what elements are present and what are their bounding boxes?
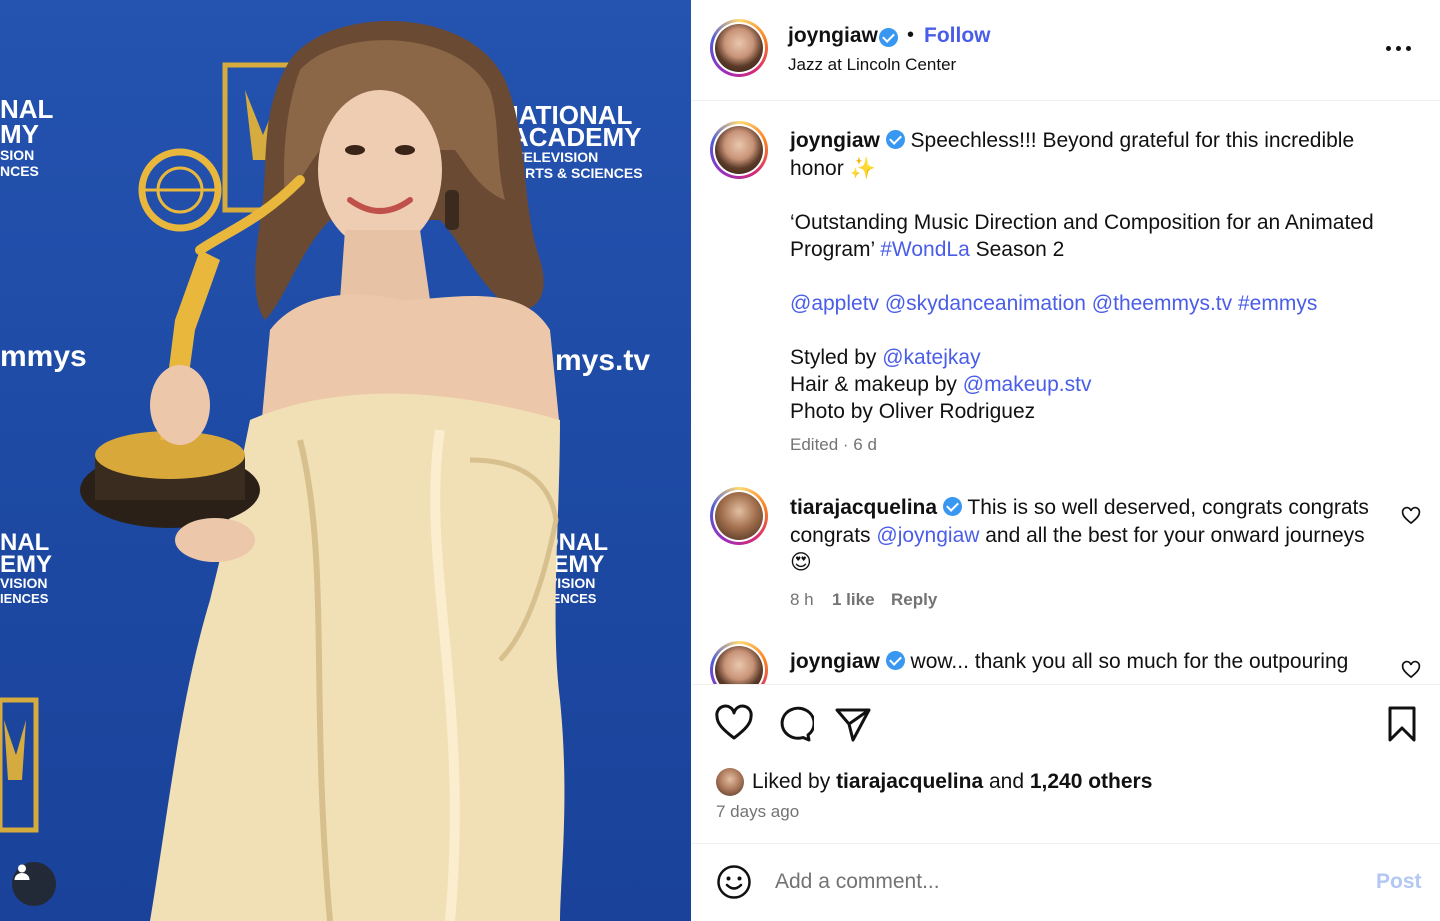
comment-like-heart-icon[interactable] <box>1401 660 1421 680</box>
location-link[interactable]: Jazz at Lincoln Center <box>788 55 956 75</box>
mention-link[interactable]: @joyngiaw <box>876 524 979 547</box>
comment-username[interactable]: tiarajacquelina <box>790 496 937 519</box>
caption-text: honor <box>790 157 844 180</box>
caption-text: ‘Outstanding Music Direction and Composi… <box>790 211 1374 234</box>
comment-line: joyngiaw wow... thank you all so much fo… <box>790 648 1348 675</box>
post-date: 7 days ago <box>716 802 800 821</box>
caption-text: Photo by Oliver Rodriguez <box>790 400 1036 423</box>
comment-time: 8 h <box>790 590 814 609</box>
divider <box>691 843 1440 844</box>
likes-text: Liked by tiarajacquelina and 1,240 other… <box>752 770 1153 793</box>
backdrop-text: SION <box>0 147 34 163</box>
post-sidebar: joyngiaw • Follow Jazz at Lincoln Center… <box>691 0 1440 921</box>
likes-summary[interactable]: Liked by tiarajacquelina and 1,240 other… <box>716 767 1152 797</box>
author-username[interactable]: joyngiaw <box>788 24 878 48</box>
mention-link[interactable]: @katejkay <box>882 346 980 369</box>
comment-bubble-icon[interactable] <box>774 704 814 744</box>
comment-input[interactable] <box>775 864 1355 900</box>
post-comment-button[interactable]: Post <box>1376 870 1422 894</box>
backdrop-text: mys.tv <box>555 344 650 377</box>
comment-text: and all the best for your onward journey… <box>979 524 1365 547</box>
comment-like-count[interactable]: 1 like <box>832 590 875 610</box>
liker-avatar <box>716 768 744 796</box>
caption-line: joyngiaw Speechless!!! Beyond grateful f… <box>790 127 1354 154</box>
comment-text: This is so well deserved, congrats congr… <box>967 496 1369 519</box>
backdrop-text: ACADEMY <box>510 122 641 152</box>
separator-dot: • <box>907 24 915 46</box>
mention-links[interactable]: @appletv @skydanceanimation @theemmys.tv… <box>790 290 1317 317</box>
save-bookmark-icon[interactable] <box>1382 704 1422 744</box>
caption-text: Season 2 <box>969 238 1065 261</box>
commenter-avatar[interactable] <box>710 641 768 684</box>
comment-line: congrats @joyngiaw and all the best for … <box>790 522 1365 549</box>
caption-meta: Edited · 6 d <box>790 435 877 454</box>
caption-line: Hair & makeup by @makeup.stv <box>790 371 1091 398</box>
backdrop-text: MY <box>0 119 39 149</box>
emoji-picker-icon[interactable] <box>716 864 752 900</box>
post-photo[interactable]: NAL MY SION NCES NATIONAL ACADEMY TELEVI… <box>0 0 691 921</box>
divider <box>691 684 1440 685</box>
caption-text: Hair & makeup by <box>790 373 963 396</box>
verified-badge-icon <box>942 497 962 516</box>
post-header: joyngiaw • Follow Jazz at Lincoln Center <box>691 0 1440 101</box>
follow-button[interactable]: Follow <box>924 24 991 48</box>
backdrop-text: ARTS & SCIENCES <box>515 165 643 181</box>
user-icon <box>14 864 30 880</box>
verified-badge-icon <box>885 130 905 149</box>
caption-avatar[interactable] <box>710 121 768 179</box>
commenter-avatar[interactable] <box>710 487 768 545</box>
comment-text: wow... thank you all so much for the out… <box>910 650 1349 673</box>
more-options-icon[interactable] <box>1384 33 1414 63</box>
backdrop-text: VISION <box>0 575 47 591</box>
mention-link[interactable]: @makeup.stv <box>963 373 1092 396</box>
caption-text: Styled by <box>790 346 883 369</box>
verified-badge-icon <box>879 28 898 47</box>
comment-like-heart-icon[interactable] <box>1401 506 1421 526</box>
backdrop-text: mmys <box>0 340 87 373</box>
backdrop-text: EMY <box>0 551 52 578</box>
comment-text: congrats <box>790 524 877 547</box>
hashtag-link[interactable]: #WondLa <box>880 238 970 261</box>
comment-username[interactable]: joyngiaw <box>790 650 880 673</box>
caption-text: Program’ <box>790 238 881 261</box>
caption-line: Styled by @katejkay <box>790 344 981 371</box>
like-heart-icon[interactable] <box>714 704 754 744</box>
heart-eyes-emoji: 😍 <box>790 551 812 574</box>
author-avatar[interactable] <box>710 19 768 77</box>
reply-button[interactable]: Reply <box>891 590 937 610</box>
backdrop-text: NCES <box>0 163 39 179</box>
caption-line: honor ✨ <box>790 155 876 182</box>
sparkles-icon: ✨ <box>849 157 876 180</box>
comments-list[interactable]: joyngiaw Speechless!!! Beyond grateful f… <box>691 102 1440 684</box>
caption-username[interactable]: joyngiaw <box>790 129 880 152</box>
verified-badge-icon <box>885 651 905 670</box>
backdrop-text: IENCES <box>0 591 49 606</box>
backdrop-text: TELEVISION <box>515 149 598 165</box>
photo-illustration: NAL MY SION NCES NATIONAL ACADEMY TELEVI… <box>0 20 650 921</box>
caption-line: Program’ #WondLa Season 2 <box>790 236 1064 263</box>
comment-line: tiarajacquelina This is so well deserved… <box>790 494 1369 521</box>
caption-text: Speechless!!! Beyond grateful for this i… <box>910 129 1355 152</box>
tagged-users-button[interactable] <box>12 862 56 906</box>
share-send-icon[interactable] <box>833 704 873 744</box>
